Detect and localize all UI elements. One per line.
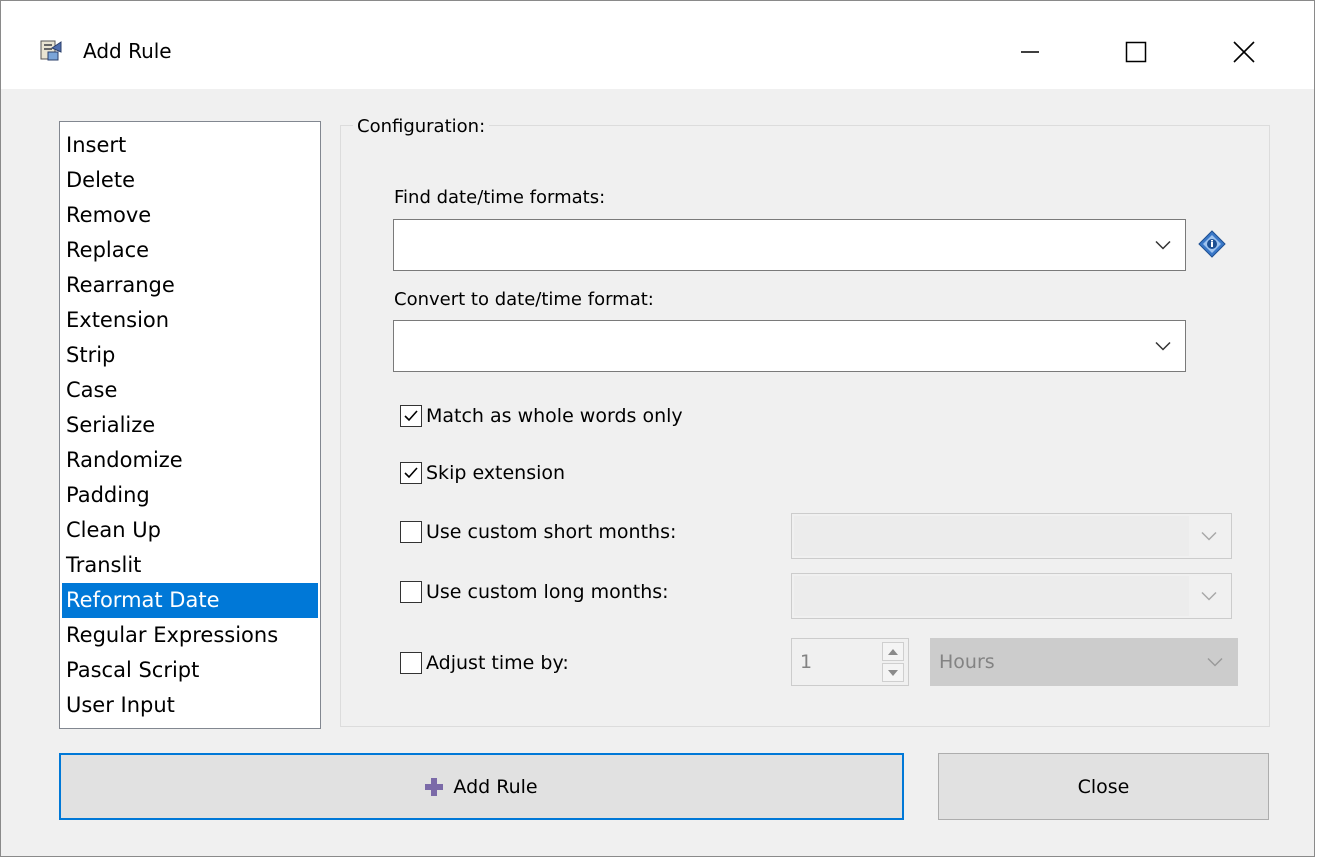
skip-extension-label: Skip extension [426, 462, 566, 484]
adjust-time-checkbox-row[interactable]: Adjust time by: [400, 651, 569, 675]
list-item[interactable]: Replace [62, 233, 318, 268]
list-item[interactable]: Pascal Script [62, 653, 318, 688]
match-whole-words-checkbox[interactable] [400, 405, 422, 427]
adjust-time-label: Adjust time by: [426, 652, 569, 674]
combo-field [794, 576, 1189, 616]
list-item[interactable]: Clean Up [62, 513, 318, 548]
rule-type-list[interactable]: Insert Delete Remove Replace Rearrange E… [59, 121, 321, 729]
find-formats-label: Find date/time formats: [394, 187, 606, 208]
convert-format-combo[interactable] [393, 320, 1186, 372]
custom-short-months-label: Use custom short months: [426, 521, 677, 543]
rule-app-icon [39, 38, 63, 62]
list-item-selected[interactable]: Reformat Date [62, 583, 318, 618]
chevron-down-icon [1201, 527, 1217, 546]
match-whole-words-checkbox-row[interactable]: Match as whole words only [400, 404, 683, 428]
custom-long-months-checkbox-row[interactable]: Use custom long months: [400, 580, 669, 604]
chevron-down-icon [1201, 587, 1217, 606]
add-rule-label: Add Rule [453, 775, 538, 798]
title-bar[interactable]: Add Rule [1, 1, 1314, 89]
adjust-time-amount-value: 1 [800, 651, 813, 673]
list-item[interactable]: Padding [62, 478, 318, 513]
add-rule-dialog: Add Rule Insert Delete Remove Replace Re… [0, 0, 1315, 857]
close-window-button[interactable] [1217, 25, 1271, 79]
stepper-down-button[interactable] [882, 663, 904, 682]
add-rule-button[interactable]: Add Rule [59, 753, 904, 820]
custom-short-months-combo[interactable] [791, 513, 1232, 559]
minimize-icon [1020, 42, 1040, 62]
list-item[interactable]: User Input [62, 688, 318, 723]
list-item[interactable]: Serialize [62, 408, 318, 443]
list-item[interactable]: Regular Expressions [62, 618, 318, 653]
minimize-button[interactable] [1003, 25, 1057, 79]
chevron-down-icon [1155, 236, 1171, 255]
custom-long-months-combo[interactable] [791, 573, 1232, 619]
list-item[interactable]: Delete [62, 163, 318, 198]
list-item[interactable]: Case [62, 373, 318, 408]
maximize-button[interactable] [1109, 25, 1163, 79]
stepper-buttons [882, 642, 904, 682]
match-whole-words-label: Match as whole words only [426, 405, 683, 427]
list-item[interactable]: Translit [62, 548, 318, 583]
custom-short-months-checkbox-row[interactable]: Use custom short months: [400, 520, 676, 544]
chevron-down-icon [1155, 337, 1171, 356]
plus-icon [425, 777, 444, 796]
list-item[interactable]: Insert [62, 128, 318, 163]
maximize-icon [1125, 41, 1147, 63]
adjust-time-unit-combo[interactable]: Hours [930, 638, 1238, 686]
configuration-label: Configuration: [353, 115, 490, 139]
custom-long-months-label: Use custom long months: [426, 581, 669, 603]
window-title: Add Rule [83, 39, 172, 63]
chevron-down-icon [1207, 653, 1223, 672]
combo-field [794, 516, 1189, 556]
list-item[interactable]: Rearrange [62, 268, 318, 303]
list-item[interactable]: Strip [62, 338, 318, 373]
close-icon [1233, 41, 1255, 63]
list-item[interactable]: Remove [62, 198, 318, 233]
custom-short-months-checkbox[interactable] [400, 521, 422, 543]
skip-extension-checkbox[interactable] [400, 462, 422, 484]
convert-format-label: Convert to date/time format: [394, 289, 654, 310]
adjust-time-amount-stepper[interactable]: 1 [791, 638, 909, 686]
close-button[interactable]: Close [938, 753, 1269, 820]
caret-up-icon [888, 648, 898, 655]
list-item[interactable]: Extension [62, 303, 318, 338]
close-label: Close [1077, 775, 1130, 798]
stepper-up-button[interactable] [882, 642, 904, 661]
custom-long-months-checkbox[interactable] [400, 581, 422, 603]
list-item[interactable]: Randomize [62, 443, 318, 478]
adjust-time-unit-value: Hours [939, 651, 995, 673]
adjust-time-checkbox[interactable] [400, 652, 422, 674]
caret-down-icon [888, 669, 898, 676]
find-formats-combo[interactable] [393, 219, 1186, 271]
info-icon[interactable] [1197, 229, 1227, 259]
skip-extension-checkbox-row[interactable]: Skip extension [400, 461, 565, 485]
